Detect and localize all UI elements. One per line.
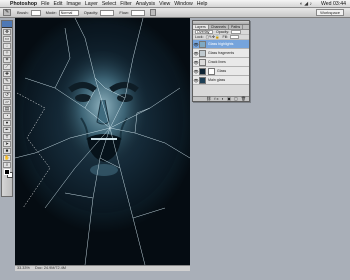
brush-picker[interactable]: [30, 9, 41, 16]
lock-icons[interactable]: ▢✎✥🔒: [206, 35, 220, 39]
layer-thumbnail: [199, 67, 206, 75]
toolbox-header: [2, 21, 12, 28]
foreground-color-swatch[interactable]: [4, 169, 10, 175]
path-select-icon[interactable]: ➤: [3, 141, 11, 147]
crop-tool-icon[interactable]: ⌗: [3, 57, 11, 63]
zoom-level[interactable]: 33.33%: [17, 266, 30, 270]
document-canvas[interactable]: [15, 18, 190, 265]
blur-tool-icon[interactable]: ◔: [3, 113, 11, 119]
layer-row[interactable]: 👁 Glass highlights: [193, 40, 249, 49]
brush-tool-icon[interactable]: ✎: [3, 9, 11, 16]
flow-label: Flow:: [119, 10, 129, 15]
menu-layer[interactable]: Layer: [85, 1, 98, 7]
tab-layers[interactable]: Layers: [193, 25, 209, 29]
shape-tool-icon[interactable]: ■: [3, 148, 11, 154]
doc-size: Doc: 24.9M/72.4M: [34, 266, 66, 270]
layer-thumbnail: [199, 40, 206, 48]
layer-thumbnail: [199, 76, 206, 84]
blend-mode-select[interactable]: Overlay: [195, 30, 213, 34]
fill-field[interactable]: [230, 35, 240, 39]
layer-opacity-label: Opacity:: [216, 30, 230, 34]
move-tool-icon[interactable]: ✥: [3, 29, 11, 35]
menu-help[interactable]: Help: [197, 1, 208, 7]
pen-tool-icon[interactable]: ✒: [3, 127, 11, 133]
tab-channels[interactable]: Channels: [209, 25, 229, 29]
layer-name: Crack lines: [208, 60, 226, 64]
layer-name: Glass highlights: [208, 42, 234, 46]
status-icons: ◐ ◢ ♪: [299, 1, 312, 7]
mode-label: Mode:: [45, 10, 57, 15]
menu-window[interactable]: Window: [174, 1, 192, 7]
gradient-tool-icon[interactable]: ▤: [3, 106, 11, 112]
menu-view[interactable]: View: [159, 1, 170, 7]
layer-row[interactable]: 👁 Glass: [193, 67, 249, 76]
clock: Wed 03:44: [321, 1, 346, 7]
lasso-tool-icon[interactable]: ◌: [3, 43, 11, 49]
layer-name: Main glass: [208, 78, 226, 82]
layer-row[interactable]: 👁 Glass fragments: [193, 49, 249, 58]
menu-app-name[interactable]: Photoshop: [10, 1, 37, 7]
dodge-tool-icon[interactable]: ●: [3, 120, 11, 126]
airbrush-icon[interactable]: [149, 9, 156, 16]
tab-paths[interactable]: Paths: [229, 25, 244, 29]
hand-tool-icon[interactable]: ✋: [3, 155, 11, 161]
layer-name: Glass: [217, 69, 227, 73]
menu-image[interactable]: Image: [66, 1, 80, 7]
menu-select[interactable]: Select: [102, 1, 116, 7]
slice-tool-icon[interactable]: ⟋: [3, 64, 11, 70]
fill-label: Fill:: [222, 35, 229, 39]
marquee-tool-icon[interactable]: ▭: [3, 36, 11, 42]
menu-edit[interactable]: Edit: [53, 1, 62, 7]
layer-name: Glass fragments: [208, 51, 235, 55]
brush-label: Brush:: [17, 10, 29, 15]
mode-select[interactable]: Normal: [58, 9, 79, 16]
opacity-label: Opacity:: [83, 10, 99, 15]
layer-thumbnail: [199, 58, 206, 66]
history-brush-icon[interactable]: ↺: [3, 92, 11, 98]
healing-brush-icon[interactable]: ✚: [3, 71, 11, 77]
options-bar: ✎ Brush: Mode: Normal Opacity: Flow: Wor…: [0, 8, 350, 18]
panel-footer-icons[interactable]: ⛓ fx ◐ ▣ ▢ 🗑: [193, 96, 249, 101]
toolbox: ✥ ▭ ◌ ✧ ⌗ ⟋ ✚ ✎ ⊥ ↺ ▱ ▤ ◔ ● ✒ T ➤ ■ ✋ ⌕: [1, 20, 13, 197]
layer-row[interactable]: 👁 Crack lines: [193, 58, 249, 67]
type-tool-icon[interactable]: T: [3, 134, 11, 140]
layer-opacity-field[interactable]: [231, 30, 242, 34]
lock-label: Lock:: [195, 35, 204, 39]
zoom-tool-icon[interactable]: ⌕: [3, 162, 11, 168]
clone-stamp-icon[interactable]: ⊥: [3, 85, 11, 91]
document-status-bar: 33.33% Doc: 24.9M/72.4M: [15, 265, 190, 271]
flow-field[interactable]: [130, 9, 145, 16]
workspace-button[interactable]: Workspace: [316, 9, 344, 16]
menu-analysis[interactable]: Analysis: [136, 1, 155, 7]
layers-panel: Layers Channels Paths Overlay Opacity: L…: [192, 20, 250, 102]
menu-bar: Photoshop File Edit Image Layer Select F…: [0, 0, 350, 8]
magic-wand-icon[interactable]: ✧: [3, 50, 11, 56]
layer-thumbnail: [199, 49, 206, 57]
menu-filter[interactable]: Filter: [120, 1, 132, 7]
cracked-glass-face-image: [15, 18, 190, 265]
layer-row[interactable]: 👁 Main glass: [193, 76, 249, 85]
layer-mask-thumbnail[interactable]: [208, 67, 215, 75]
brush-tool-icon-box[interactable]: ✎: [3, 78, 11, 84]
eraser-tool-icon[interactable]: ▱: [3, 99, 11, 105]
menu-file[interactable]: File: [41, 1, 49, 7]
opacity-field[interactable]: [100, 9, 115, 16]
